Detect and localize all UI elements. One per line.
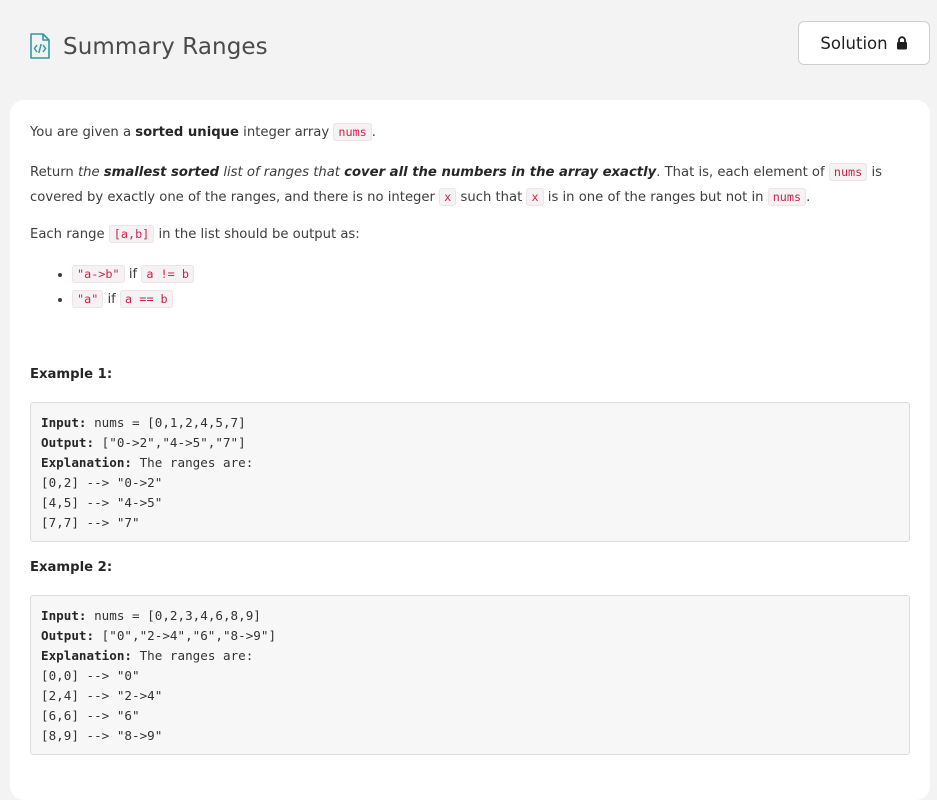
text: in the list should be output as: <box>154 227 360 242</box>
bold-text: sorted unique <box>135 125 239 140</box>
input-value: nums = [0,1,2,4,5,7] <box>86 415 246 430</box>
example-output-line: Output: ["0","2->4","6","8->9"] <box>41 626 899 646</box>
example-2-block: Input: nums = [0,2,3,4,6,8,9] Output: ["0… <box>30 595 910 755</box>
text: is in one of the ranges but not in <box>543 190 768 205</box>
input-label: Input: <box>41 608 87 623</box>
range-line: [4,5] --> "4->5" <box>41 495 163 510</box>
text: such that <box>456 190 527 205</box>
example-explanation-line: Explanation: The ranges are: <box>41 453 899 473</box>
italic-text: list of ranges that <box>219 165 345 180</box>
title-row: Summary Ranges <box>29 30 268 62</box>
example-input-line: Input: nums = [0,2,3,4,6,8,9] <box>41 606 899 626</box>
italic-text: the <box>77 165 104 180</box>
range-line: [8,9] --> "8->9" <box>41 728 163 743</box>
example-1-title: Example 1: <box>30 367 113 382</box>
output-value: ["0","2->4","6","8->9"] <box>94 628 277 643</box>
example-output-line: Output: ["0->2","4->5","7"] <box>41 433 899 453</box>
inline-code: nums <box>767 188 807 206</box>
text: . <box>371 125 376 140</box>
list-item: "a->b" if a != b <box>72 262 194 287</box>
input-value: nums = [0,2,3,4,6,8,9] <box>86 608 261 623</box>
example-input-line: Input: nums = [0,1,2,4,5,7] <box>41 413 899 433</box>
solution-button[interactable]: Solution <box>798 21 930 65</box>
text: if <box>103 292 121 307</box>
inline-code: nums <box>333 123 372 141</box>
inline-code: "a->b" <box>72 265 125 283</box>
inline-code: x <box>439 188 457 206</box>
lock-icon <box>896 36 907 50</box>
range-line: [0,0] --> "0" <box>41 668 140 683</box>
text: . <box>806 190 811 205</box>
inline-code: [a,b] <box>108 225 155 243</box>
list-item: "a" if a == b <box>72 287 194 312</box>
code-document-icon <box>30 33 50 59</box>
inline-code: a != b <box>141 265 194 283</box>
page-title: Summary Ranges <box>63 34 268 60</box>
inline-code: x <box>526 188 544 206</box>
example-explanation-line: Explanation: The ranges are: <box>41 646 899 666</box>
output-value: ["0->2","4->5","7"] <box>94 435 246 450</box>
solution-button-label: Solution <box>820 33 888 53</box>
explanation-value: The ranges are: <box>132 648 254 663</box>
example-1-block: Input: nums = [0,1,2,4,5,7] Output: ["0->… <box>30 402 910 542</box>
range-line: [0,2] --> "0->2" <box>41 475 163 490</box>
range-line: [7,7] --> "7" <box>41 515 140 530</box>
text: You are given a <box>30 125 136 140</box>
example-2-title: Example 2: <box>30 560 113 575</box>
format-list: "a->b" if a != b "a" if a == b <box>30 262 194 312</box>
range-line: [6,6] --> "6" <box>41 708 140 723</box>
description-paragraph-1: You are given a sorted unique integer ar… <box>30 122 376 143</box>
text: Each range <box>30 227 109 242</box>
input-label: Input: <box>41 415 87 430</box>
inline-code: nums <box>828 163 868 181</box>
text: integer array <box>238 125 334 140</box>
explanation-value: The ranges are: <box>132 455 254 470</box>
explanation-label: Explanation: <box>41 648 132 663</box>
description-paragraph-3: Each range [a,b] in the list should be o… <box>30 224 360 245</box>
output-label: Output: <box>41 435 95 450</box>
problem-card: You are given a sorted unique integer ar… <box>10 100 930 800</box>
bold-italic-text: cover all the numbers in the array exact… <box>344 165 657 180</box>
description-paragraph-2: Return the smallest sorted list of range… <box>30 160 912 210</box>
bold-italic-text: smallest sorted <box>103 165 220 180</box>
text: if <box>124 267 142 282</box>
inline-code: "a" <box>72 290 104 308</box>
range-line: [2,4] --> "2->4" <box>41 688 163 703</box>
output-label: Output: <box>41 628 95 643</box>
inline-code: a == b <box>120 290 173 308</box>
text: . That is, each element of <box>656 165 829 180</box>
text: Return <box>30 165 78 180</box>
explanation-label: Explanation: <box>41 455 132 470</box>
